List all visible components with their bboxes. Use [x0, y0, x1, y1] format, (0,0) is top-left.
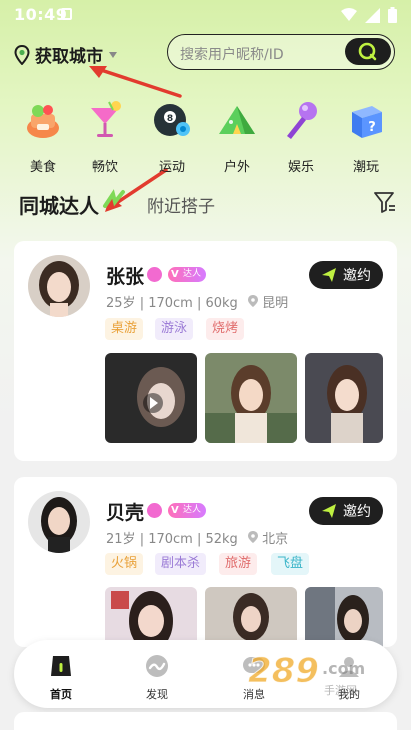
category-entertainment[interactable]: 娱乐	[272, 98, 330, 175]
photo-thumbnail[interactable]	[305, 587, 383, 647]
svg-text:.com: .com	[322, 659, 365, 678]
nav-discover[interactable]: 发现	[127, 654, 187, 702]
search-bar[interactable]: 搜索用户昵称/ID	[167, 34, 395, 70]
expert-badge: V 达人	[168, 503, 207, 518]
svg-text:?: ?	[368, 120, 376, 135]
location-pin-icon	[247, 295, 258, 307]
user-weight: 52kg	[205, 532, 238, 547]
notification-icon	[61, 8, 72, 20]
avatar	[44, 724, 106, 730]
tab-local-experts[interactable]: 同城达人	[19, 190, 99, 219]
interest-tag: 烧烤	[206, 318, 245, 340]
expert-badge-label: 达人	[183, 505, 202, 515]
user-meta: 25岁 | 170cm | 60kg 昆明	[106, 295, 289, 311]
tent-icon	[219, 106, 255, 134]
interest-tag: 旅游	[219, 553, 258, 575]
svg-text:8: 8	[167, 114, 173, 124]
location-pin-icon	[247, 531, 258, 543]
interest-tag: 飞盘	[271, 553, 310, 575]
microphone-icon	[287, 102, 317, 139]
user-city: 北京	[262, 532, 289, 547]
photo-thumbnail[interactable]	[105, 587, 197, 647]
location-label: 获取城市	[35, 47, 103, 67]
paper-plane-icon	[322, 268, 336, 282]
avatar[interactable]	[28, 255, 90, 317]
user-meta: 21岁 | 170cm | 52kg 北京	[106, 531, 289, 547]
photo-thumbnail[interactable]	[305, 353, 383, 443]
status-icons	[341, 7, 397, 23]
user-weight: 60kg	[205, 296, 238, 311]
interest-tag: 游泳	[155, 318, 194, 340]
top-header: 获取城市 搜索用户昵称/ID	[0, 30, 411, 76]
status-bar: 10:49	[0, 0, 411, 28]
food-icon	[27, 105, 59, 138]
photo-thumbnail[interactable]	[205, 587, 297, 647]
nav-home[interactable]: 首页	[31, 654, 91, 702]
site-watermark-logo: 289 .com 手游网	[248, 651, 366, 698]
location-pin-icon	[14, 44, 30, 65]
nav-label: 首页	[50, 688, 72, 701]
category-trendy-toys[interactable]: ? 潮玩	[337, 98, 395, 175]
svg-text:手游网: 手游网	[324, 683, 357, 697]
category-row: 美食 畅饮 8 运动 户外 娱乐 ? 潮玩	[0, 98, 411, 175]
signal-icon	[365, 7, 380, 23]
svg-text:289: 289	[248, 651, 319, 691]
category-label: 潮玩	[352, 160, 379, 175]
photo-thumbnail[interactable]	[205, 353, 297, 443]
category-label: 娱乐	[287, 160, 314, 175]
user-card[interactable]	[14, 712, 397, 730]
paper-plane-icon	[322, 504, 336, 518]
interest-tag: 火锅	[105, 553, 144, 575]
caret-down-icon	[109, 51, 117, 58]
status-time: 10:49	[14, 5, 68, 24]
invite-button[interactable]: 邀约	[309, 261, 383, 289]
invite-label: 邀约	[343, 268, 371, 284]
category-label: 美食	[29, 160, 56, 175]
user-name: 贝壳	[106, 502, 145, 524]
category-food[interactable]: 美食	[14, 98, 72, 175]
verified-badge-icon	[147, 267, 162, 282]
tab-nearby-buddies[interactable]: 附近搭子	[147, 192, 215, 217]
user-card[interactable]: 张张 V 达人 25岁 | 170cm | 60kg 昆明 邀约 桌游 游泳 烧烤	[14, 241, 397, 461]
category-label: 户外	[223, 160, 250, 175]
home-icon	[51, 656, 71, 676]
invite-button[interactable]: 邀约	[309, 497, 383, 525]
expert-badge-label: 达人	[183, 269, 202, 279]
nav-label: 发现	[146, 688, 168, 701]
category-label: 运动	[158, 160, 185, 175]
wifi-icon	[341, 8, 357, 21]
cocktail-icon	[91, 101, 121, 137]
mystery-box-icon: ?	[352, 106, 382, 138]
search-input[interactable]: 搜索用户昵称/ID	[180, 44, 284, 64]
filter-icon[interactable]	[373, 190, 397, 214]
search-button[interactable]	[345, 38, 391, 65]
battery-icon	[388, 7, 397, 23]
category-sports[interactable]: 8 运动	[143, 98, 201, 175]
verified-badge-icon	[147, 503, 162, 518]
user-height: 170cm	[148, 532, 193, 547]
discover-icon	[146, 655, 168, 677]
category-label: 畅饮	[91, 160, 118, 175]
user-city: 昆明	[262, 296, 289, 311]
tab-active-indicator-icon	[103, 189, 125, 208]
avatar[interactable]	[28, 491, 90, 553]
billiard-ball-icon: 8	[154, 104, 190, 136]
search-icon	[358, 42, 377, 60]
user-name: 张张	[106, 266, 145, 288]
list-tabs: 同城达人 附近搭子	[0, 188, 411, 218]
user-card[interactable]: 贝壳 V 达人 21岁 | 170cm | 52kg 北京 邀约 火锅 剧本杀 旅…	[14, 477, 397, 647]
user-age: 25岁	[106, 296, 136, 311]
category-drinks[interactable]: 畅饮	[76, 98, 134, 175]
location-selector[interactable]: 获取城市	[14, 42, 118, 67]
invite-label: 邀约	[343, 504, 371, 520]
category-outdoor[interactable]: 户外	[208, 98, 266, 175]
user-age: 21岁	[106, 532, 136, 547]
user-height: 170cm	[148, 296, 193, 311]
video-thumbnail[interactable]	[105, 353, 197, 443]
expert-badge: V 达人	[168, 267, 207, 282]
interest-tag: 剧本杀	[155, 553, 207, 575]
interest-tag: 桌游	[105, 318, 144, 340]
